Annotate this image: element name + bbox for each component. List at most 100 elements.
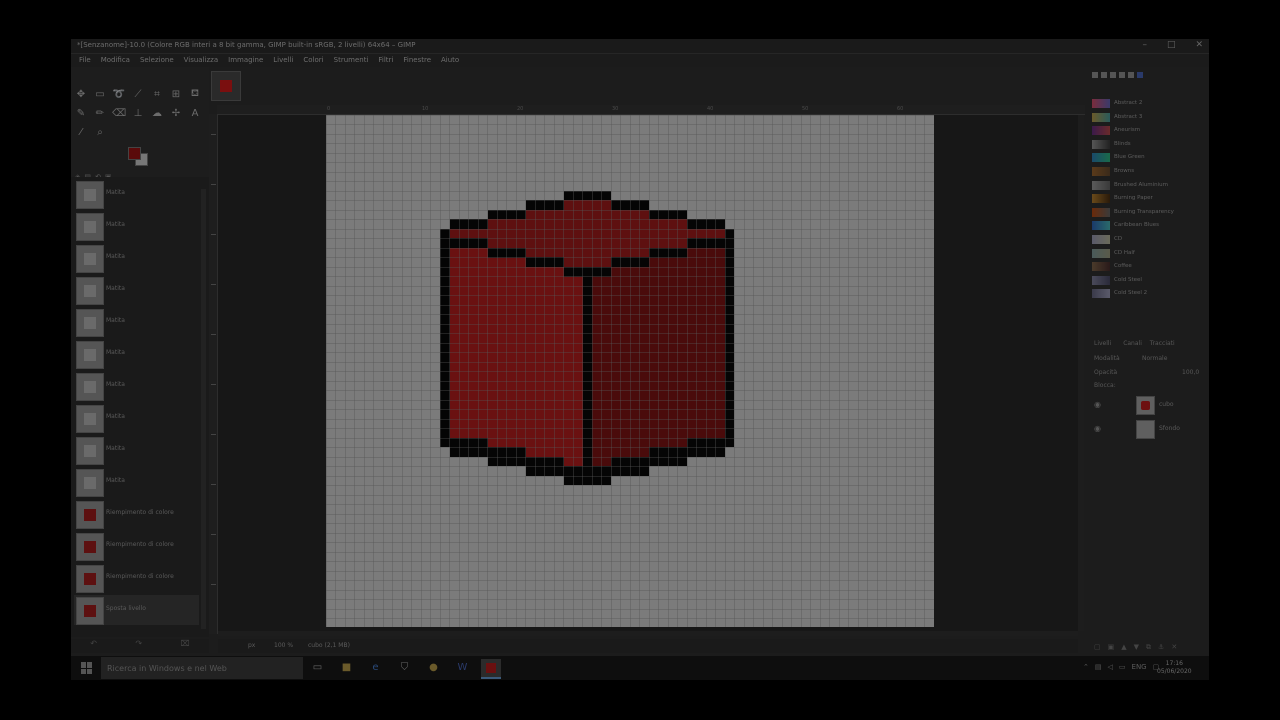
chevron-up-icon[interactable]: ⌃ — [1083, 663, 1089, 671]
undo-item[interactable]: Matita — [74, 211, 199, 241]
tab-channels[interactable]: Canali — [1123, 340, 1142, 347]
undo-item[interactable]: Riempimento di colore — [74, 563, 199, 593]
word-icon[interactable]: W — [456, 661, 469, 674]
gradient-item[interactable]: Burning Paper — [1092, 192, 1202, 204]
fonts-tab-icon[interactable] — [1110, 72, 1116, 78]
task-view-icon[interactable]: ▭ — [311, 661, 324, 674]
anchor-layer-icon[interactable]: ⚓ — [1158, 643, 1164, 652]
opacity-value[interactable]: 100,0 — [1182, 369, 1199, 376]
menu-windows[interactable]: Finestre — [399, 54, 435, 67]
clock[interactable]: 17:16 05/06/2020 — [1157, 660, 1192, 676]
edge-icon[interactable]: e — [369, 661, 382, 674]
paths-tab-icon[interactable] — [1128, 72, 1134, 78]
windows-search-box[interactable]: Ricerca in Windows e nel Web — [101, 657, 303, 679]
gradient-item[interactable]: Cold Steel 2 — [1092, 287, 1202, 299]
minimize-button[interactable]: – — [1142, 40, 1147, 50]
mode-select[interactable]: Normale — [1142, 355, 1167, 362]
text-icon[interactable]: A — [188, 106, 202, 120]
gradient-item[interactable]: CD — [1092, 233, 1202, 245]
clone-icon[interactable]: ⊥ — [131, 106, 145, 120]
undo-icon[interactable]: ↶ — [90, 639, 97, 653]
gimp-taskbar-icon[interactable] — [481, 659, 501, 679]
menu-help[interactable]: Aiuto — [437, 54, 463, 67]
menu-image[interactable]: Immagine — [224, 54, 267, 67]
duplicate-layer-icon[interactable]: ⧉ — [1146, 643, 1151, 652]
eraser-icon[interactable]: ⌫ — [112, 106, 126, 120]
image-canvas[interactable] — [326, 115, 934, 627]
eye-icon[interactable]: ◉ — [1094, 400, 1101, 409]
move-tool-icon[interactable]: ✥ — [74, 87, 88, 101]
horizontal-ruler[interactable]: 0 10 20 30 40 50 60 — [217, 105, 1085, 115]
zoom-selector[interactable]: 100 % — [274, 642, 293, 649]
paintbrush-icon[interactable]: ✎ — [74, 106, 88, 120]
patterns-tab-icon[interactable] — [1101, 72, 1107, 78]
gradient-item[interactable]: CD Half — [1092, 247, 1202, 259]
menu-view[interactable]: Visualizza — [180, 54, 222, 67]
undo-item[interactable]: Matita — [74, 339, 199, 369]
fuzzy-select-icon[interactable]: ⟋ — [131, 87, 145, 101]
undo-item[interactable]: Matita — [74, 435, 199, 465]
undo-item[interactable]: Matita — [74, 371, 199, 401]
menu-edit[interactable]: Modifica — [97, 54, 134, 67]
new-layer-icon[interactable]: ▣ — [1108, 643, 1115, 652]
horizontal-scrollbar[interactable] — [218, 631, 1078, 636]
new-layer-group-icon[interactable]: ▢ — [1094, 643, 1101, 652]
raise-layer-icon[interactable]: ▲ — [1121, 643, 1126, 652]
lower-layer-icon[interactable]: ▼ — [1134, 643, 1139, 652]
path-icon[interactable]: ✢ — [169, 106, 183, 120]
color-picker-icon[interactable]: ⁄ — [74, 125, 88, 139]
undo-item[interactable]: Matita — [74, 275, 199, 305]
gradients-tab-icon[interactable] — [1137, 72, 1143, 78]
gradient-item[interactable]: Caribbean Blues — [1092, 219, 1202, 231]
lasso-icon[interactable]: ➰ — [112, 87, 126, 101]
menu-filters[interactable]: Filtri — [374, 54, 397, 67]
message-icon[interactable]: ▭ — [1119, 663, 1126, 671]
undo-item-selected[interactable]: Sposta livello — [74, 595, 199, 625]
menu-file[interactable]: File — [75, 54, 95, 67]
maximize-button[interactable]: □ — [1167, 40, 1176, 50]
vertical-ruler[interactable] — [209, 114, 218, 634]
vertical-scrollbar[interactable] — [1078, 115, 1084, 631]
gradient-item[interactable]: Blinds — [1092, 138, 1202, 150]
pencil-icon[interactable]: ✏ — [93, 106, 107, 120]
layer-row[interactable]: ◉ Sfondo — [1090, 418, 1204, 439]
undo-item[interactable]: Riempimento di colore — [74, 499, 199, 529]
menu-select[interactable]: Selezione — [136, 54, 178, 67]
menu-tools[interactable]: Strumenti — [330, 54, 373, 67]
layer-row[interactable]: ◉ cubo — [1090, 394, 1204, 415]
gradient-item[interactable]: Burning Transparency — [1092, 206, 1202, 218]
delete-layer-icon[interactable]: ✕ — [1171, 643, 1177, 652]
zoom-icon[interactable]: ⌕ — [93, 125, 107, 139]
smudge-icon[interactable]: ☁ — [150, 106, 164, 120]
tab-paths[interactable]: Tracciati — [1150, 340, 1175, 347]
warp-transform-icon[interactable]: ⊞ — [169, 87, 183, 101]
undo-scrollbar[interactable] — [201, 189, 206, 629]
gradient-item[interactable]: Abstract 3 — [1092, 111, 1202, 123]
gradient-item[interactable]: Cold Steel — [1092, 274, 1202, 286]
tab-layers[interactable]: Livelli — [1094, 340, 1111, 347]
redo-icon[interactable]: ↷ — [135, 639, 142, 653]
undo-item[interactable]: Matita — [74, 307, 199, 337]
undo-item[interactable]: Matita — [74, 179, 199, 209]
gradient-item[interactable]: Blue Green — [1092, 151, 1202, 163]
undo-item[interactable]: Matita — [74, 467, 199, 497]
language-indicator[interactable]: ENG — [1132, 663, 1147, 671]
brushes-tab-icon[interactable] — [1092, 72, 1098, 78]
close-button[interactable]: ✕ — [1195, 40, 1203, 50]
undo-item[interactable]: Matita — [74, 243, 199, 273]
gradient-item[interactable]: Abstract 2 — [1092, 97, 1202, 109]
menu-colors[interactable]: Colori — [299, 54, 327, 67]
gradient-item[interactable]: Brushed Aluminium — [1092, 179, 1202, 191]
rect-select-icon[interactable]: ▭ — [93, 87, 107, 101]
undo-item[interactable]: Matita — [74, 403, 199, 433]
bucket-fill-icon[interactable]: ⛾ — [188, 87, 202, 101]
network-icon[interactable]: ▤ — [1095, 663, 1102, 671]
image-tab-thumbnail[interactable] — [211, 71, 241, 101]
undo-item[interactable]: Riempimento di colore — [74, 531, 199, 561]
gradient-item[interactable]: Coffee — [1092, 260, 1202, 272]
gradient-item[interactable]: Browns — [1092, 165, 1202, 177]
clear-history-icon[interactable]: ⌧ — [181, 639, 190, 653]
store-icon[interactable]: ⛉ — [398, 661, 411, 674]
eye-icon[interactable]: ◉ — [1094, 424, 1101, 433]
gradient-item[interactable]: Aneurism — [1092, 124, 1202, 136]
